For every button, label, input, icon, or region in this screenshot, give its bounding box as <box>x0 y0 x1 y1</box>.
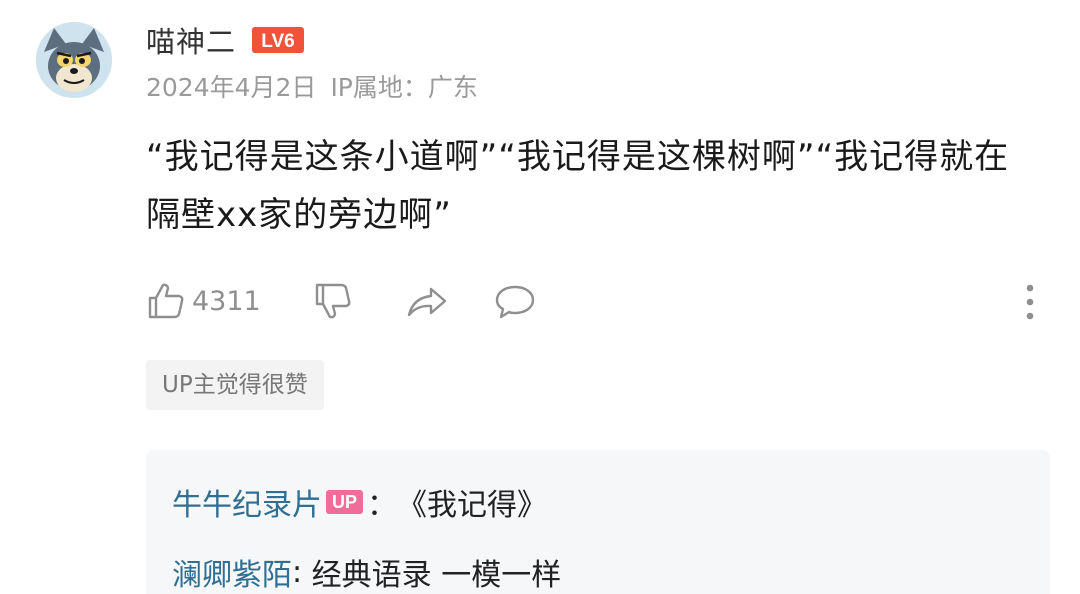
reply-item[interactable]: 澜卿紫陌: 经典语录 一模一样 <box>172 550 561 594</box>
user-header: 喵神二 LV6 <box>146 19 305 61</box>
comment-meta: 2024年4月2日 IP属地：广东 <box>146 68 478 104</box>
more-vertical-icon[interactable] <box>1012 282 1048 322</box>
ip-location: IP属地：广东 <box>330 73 478 102</box>
comment-date: 2024年4月2日 <box>146 73 317 102</box>
level-text: LV6 <box>261 31 294 52</box>
reply-item[interactable]: 牛牛纪录片 UP ： 《我记得》 <box>172 480 547 524</box>
up-liked-badge: UP主觉得很赞 <box>146 360 324 410</box>
reply-text: 经典语录 一模一样 <box>311 558 562 593</box>
up-badge: UP <box>326 490 364 514</box>
reply-text: 《我记得》 <box>397 488 548 523</box>
reply-separator: : <box>292 554 312 590</box>
comment-screen: 喵神二 LV6 2024年4月2日 IP属地：广东 “我记得是这条小道啊”“我记得… <box>0 0 1080 594</box>
avatar[interactable] <box>36 22 112 98</box>
tom-cat-avatar-icon <box>36 22 112 98</box>
reply-author[interactable]: 牛牛纪录片 <box>172 480 322 524</box>
level-badge: LV6 <box>252 27 305 53</box>
thumbs-down-icon[interactable] <box>313 281 353 321</box>
comment-actions: 4311 <box>146 276 537 326</box>
like-count: 4311 <box>192 285 261 317</box>
thumbs-up-icon[interactable] <box>146 281 186 321</box>
comment-text: “我记得是这条小道啊”“我记得是这棵树啊”“我记得就在隔壁xx家的旁边啊” <box>146 137 1010 235</box>
reply-icon[interactable] <box>493 281 537 321</box>
reply-separator: ： <box>367 488 398 523</box>
username[interactable]: 喵神二 <box>146 19 236 61</box>
reply-author[interactable]: 澜卿紫陌 <box>172 550 292 594</box>
share-icon[interactable] <box>405 281 449 321</box>
reply-preview-box[interactable]: 牛牛纪录片 UP ： 《我记得》 澜卿紫陌: 经典语录 一模一样 <box>146 450 1050 594</box>
